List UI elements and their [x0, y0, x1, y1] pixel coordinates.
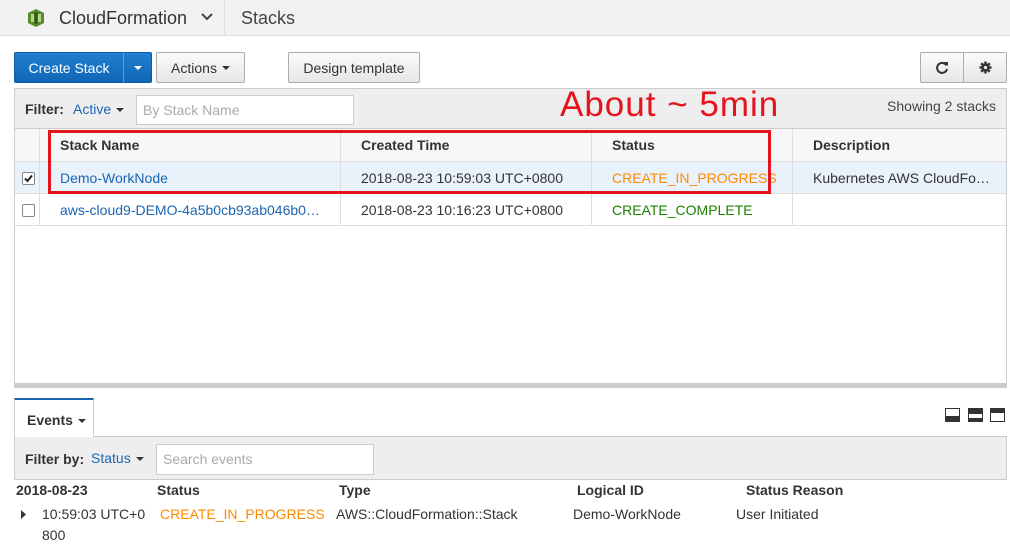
stack-description: Kubernetes AWS CloudFor…	[813, 170, 993, 186]
row-checkbox[interactable]	[22, 204, 35, 217]
annotation-box	[48, 130, 771, 194]
created-time: 2018-08-23 10:16:23 UTC+0800	[361, 202, 563, 218]
events-column-status-reason: Status Reason	[746, 482, 844, 498]
column-divider	[591, 194, 592, 226]
design-template-button[interactable]: Design template	[288, 52, 420, 83]
filter-status-value: Active	[73, 101, 112, 117]
column-divider	[39, 162, 40, 194]
pane-resize-handle[interactable]	[14, 383, 1007, 388]
column-divider	[340, 194, 341, 226]
top-bar: CloudFormation Stacks	[0, 0, 1010, 36]
stack-count: Showing 2 stacks	[887, 98, 996, 114]
events-filter-bar: Filter by: Status Search events	[14, 437, 1007, 480]
events-filter-dropdown[interactable]: Status	[91, 450, 144, 466]
cloudformation-icon[interactable]	[28, 9, 44, 27]
actions-button[interactable]: Actions	[156, 52, 245, 83]
event-time-line2: 800	[42, 527, 66, 543]
stack-name-search-input[interactable]: By Stack Name	[136, 95, 354, 125]
service-name[interactable]: CloudFormation	[59, 8, 187, 29]
create-stack-label: Create Stack	[28, 59, 110, 76]
column-divider	[792, 129, 793, 162]
tab-events[interactable]: Events	[14, 398, 94, 438]
events-column-status: Status	[157, 482, 200, 498]
column-header-description[interactable]: Description	[813, 137, 890, 153]
create-stack-button[interactable]: Create Stack	[14, 52, 124, 83]
events-column-logical-id: Logical ID	[577, 482, 644, 498]
stack-status: CREATE_COMPLETE	[612, 202, 753, 218]
caret-down-icon	[116, 108, 125, 113]
refresh-button[interactable]	[920, 52, 964, 83]
column-divider	[792, 194, 793, 226]
column-divider	[39, 194, 40, 226]
caret-down-icon	[77, 419, 86, 424]
annotation-text: About ~ 5min	[560, 85, 780, 124]
tab-events-label: Events	[27, 412, 73, 428]
details-tab-bar: Events	[14, 398, 1007, 438]
actions-label: Actions	[171, 59, 217, 76]
settings-button[interactable]	[963, 52, 1007, 83]
event-logical-id: Demo-WorkNode	[573, 506, 681, 522]
stack-name-link[interactable]: aws-cloud9-DEMO-4a5b0cb93ab046b0a…	[60, 202, 325, 218]
event-time: 10:59:03 UTC+0 800	[42, 504, 145, 546]
event-status-reason: User Initiated	[736, 506, 819, 522]
caret-down-icon	[133, 65, 142, 70]
create-stack-dropdown-button[interactable]	[123, 52, 152, 83]
stack-filter-bar: Filter: Active By Stack Name Showing 2 s…	[14, 88, 1007, 129]
column-divider	[792, 162, 793, 194]
filter-label: Filter:	[25, 101, 64, 117]
event-time-line1: 10:59:03 UTC+0	[42, 506, 146, 522]
row-checkbox[interactable]	[22, 172, 35, 185]
chevron-down-icon[interactable]	[200, 9, 214, 23]
checkmark-icon	[24, 174, 33, 183]
events-date-header: 2018-08-23	[16, 482, 88, 498]
caret-down-icon	[221, 65, 230, 70]
design-template-label: Design template	[303, 59, 405, 76]
event-type: AWS::CloudFormation::Stack	[336, 506, 518, 522]
caret-down-icon	[135, 457, 144, 462]
events-filter-value: Status	[91, 450, 131, 466]
events-column-type: Type	[339, 482, 371, 498]
refresh-icon	[936, 61, 948, 74]
column-divider	[39, 129, 40, 162]
event-status: CREATE_IN_PROGRESS	[160, 506, 325, 522]
pane-maximize-icon[interactable]	[990, 408, 1005, 422]
page-title: Stacks	[241, 8, 296, 28]
filter-status-dropdown[interactable]: Active	[73, 101, 125, 117]
expand-arrow-icon[interactable]	[20, 510, 28, 519]
pane-split-icon[interactable]	[968, 408, 983, 422]
table-row[interactable]: aws-cloud9-DEMO-4a5b0cb93ab046b0a… 2018-…	[14, 194, 1007, 226]
gear-icon	[978, 61, 992, 74]
search-events-input[interactable]: Search events	[156, 444, 374, 475]
pane-minimize-icon[interactable]	[945, 408, 960, 422]
divider	[224, 0, 225, 36]
events-filter-label: Filter by:	[25, 451, 85, 467]
